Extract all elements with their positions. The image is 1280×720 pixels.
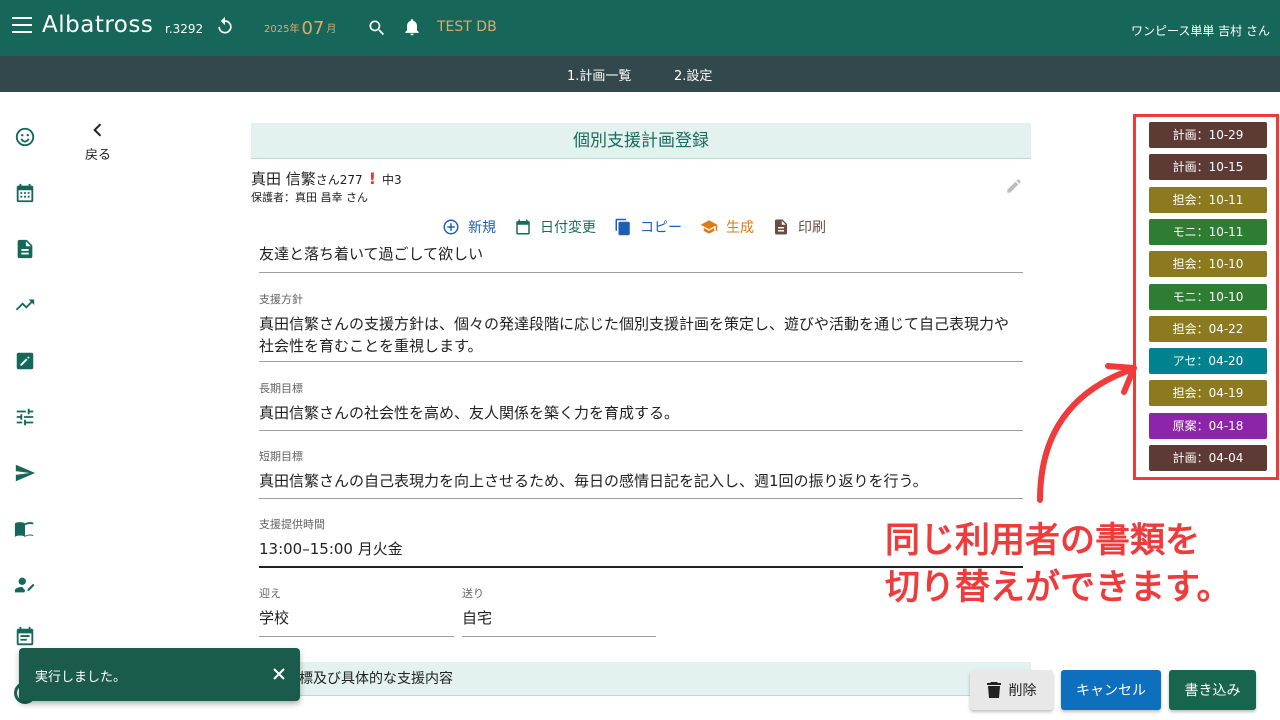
date-change-button[interactable]: 日付変更 <box>514 217 596 237</box>
wish-field[interactable]: 友達と落ち着いて過ごして欲しい <box>259 243 1023 273</box>
database-label: TEST DB <box>437 19 497 35</box>
policy-label: 支援方針 <box>259 293 303 306</box>
pickup-value: 学校 <box>259 609 290 627</box>
short-goal-label: 短期目標 <box>259 450 303 463</box>
revision-label: r.3292 <box>165 22 204 36</box>
pickup-label: 迎え <box>259 587 281 600</box>
back-label: 戻る <box>84 148 111 163</box>
new-button[interactable]: 新規 <box>442 217 496 237</box>
dropoff-label: 送り <box>462 587 484 600</box>
annotation-arrow <box>1037 363 1137 503</box>
edit-square-icon[interactable] <box>14 350 36 372</box>
app-name: Albatross <box>42 12 154 38</box>
client-info: 真田 信繁さん277! 中3 <box>251 168 402 189</box>
history-chip[interactable]: アセ：04-20 <box>1149 348 1267 375</box>
bell-icon[interactable] <box>402 17 422 37</box>
dropoff-value: 自宅 <box>462 609 493 627</box>
close-icon[interactable] <box>272 667 286 681</box>
copy-icon <box>615 218 630 236</box>
cancel-label: キャンセル <box>1076 683 1146 699</box>
history-chip[interactable]: 担会：04-19 <box>1149 380 1267 407</box>
history-chip[interactable]: 計画：10-29 <box>1149 122 1267 148</box>
tab-plan-list[interactable]: 1.計画一覧 <box>567 65 631 84</box>
generate-button[interactable]: 生成 <box>700 217 754 237</box>
send-icon[interactable] <box>14 462 36 484</box>
annotation-line-2: 切り替えができます。 <box>885 568 1232 608</box>
history-chip[interactable]: 担会：04-22 <box>1149 315 1267 342</box>
smiley-icon[interactable] <box>14 126 36 148</box>
add-circle-icon <box>443 219 459 235</box>
top-app-bar: Albatross r.3292 2025年 07 月 TEST DB ワンピース単… <box>0 0 1280 56</box>
short-goal-field[interactable]: 短期目標 真田信繁さんの自己表現力を向上させるため、毎日の感情日記を記入し、週1… <box>259 448 1023 499</box>
delete-label: 削除 <box>1008 683 1037 699</box>
history-chip[interactable]: 担会：10-11 <box>1149 186 1267 213</box>
annotation-text: 同じ利用者の書類を 切り替えができます。 <box>885 518 1232 612</box>
file-icon <box>775 219 787 235</box>
new-label: 新規 <box>468 220 496 236</box>
year-label: 2025年 <box>264 24 300 35</box>
back-button[interactable]: 戻る <box>78 120 118 163</box>
wish-value: 友達と落ち着いて過ごして欲しい <box>259 245 484 263</box>
client-suffix: さん277 <box>315 173 363 187</box>
month-suffix: 月 <box>326 24 337 35</box>
event-note-icon[interactable] <box>14 626 36 648</box>
guardian-name: 保護者：真田 昌幸 さん <box>251 191 368 204</box>
dropoff-field[interactable]: 送り 自宅 <box>462 585 656 637</box>
sidebar <box>0 92 50 720</box>
client-name: 真田 信繁 <box>251 170 316 188</box>
calendar-icon <box>516 219 530 235</box>
document-history-panel: 計画：10-29 計画：10-15 担会：10-11 モニ：10-11 担会：10-10… <box>1133 114 1279 480</box>
tune-icon[interactable] <box>14 406 36 428</box>
print-label: 印刷 <box>798 220 826 236</box>
generate-label: 生成 <box>726 220 754 236</box>
tab-settings[interactable]: 2.設定 <box>674 65 712 84</box>
date-change-label: 日付変更 <box>540 220 596 236</box>
refresh-icon[interactable] <box>215 16 235 36</box>
client-grade: 中3 <box>381 173 402 187</box>
person-edit-icon[interactable] <box>14 574 36 596</box>
policy-value: 真田信繁さんの支援方針は、個々の発達段階に応じた個別支援計画を策定し、遊びや活動… <box>259 315 1010 355</box>
copy-label: コピー <box>640 220 682 236</box>
sub-navigation: 1.計画一覧 2.設定 <box>0 56 1280 92</box>
history-chip[interactable]: 計画：04-04 <box>1149 445 1267 471</box>
long-goal-value: 真田信繁さんの社会性を高め、友人関係を築く力を育成する。 <box>259 404 680 422</box>
long-goal-field[interactable]: 長期目標 真田信繁さんの社会性を高め、友人関係を築く力を育成する。 <box>259 380 1023 431</box>
cancel-button[interactable]: キャンセル <box>1061 670 1161 710</box>
save-button[interactable]: 書き込み <box>1169 670 1256 710</box>
history-chip[interactable]: 担会：10-10 <box>1149 251 1267 278</box>
calendar-icon[interactable] <box>14 182 36 204</box>
save-label: 書き込み <box>1184 683 1241 699</box>
trending-icon[interactable] <box>14 294 36 316</box>
short-goal-value: 真田信繁さんの自己表現力を向上させるため、毎日の感情日記を記入し、週1回の振り返… <box>259 472 928 490</box>
print-button[interactable]: 印刷 <box>772 217 826 237</box>
annotation-line-1: 同じ利用者の書類を <box>885 521 1201 561</box>
copy-button[interactable]: コピー <box>614 217 682 237</box>
plan-form: 個別支援計画登録 真田 信繁さん277! 中3 保護者：真田 昌幸 さん 新規 日… <box>251 123 1031 637</box>
long-goal-label: 長期目標 <box>259 382 303 395</box>
month-value: 07 <box>301 18 325 39</box>
history-chip[interactable]: モニ：10-11 <box>1149 218 1267 245</box>
page-title: 個別支援計画登録 <box>251 123 1031 159</box>
action-toolbar: 新規 日付変更 コピー 生成 印刷 <box>442 217 826 237</box>
history-chip[interactable]: 計画：10-15 <box>1149 154 1267 181</box>
trash-icon <box>986 682 1001 698</box>
snackbar-message: 実行しました。 <box>35 670 127 685</box>
history-chip[interactable]: モニ：10-10 <box>1149 283 1267 310</box>
month-selector[interactable]: 2025年 07 月 <box>264 18 336 39</box>
document-icon[interactable] <box>14 238 36 260</box>
snackbar: 実行しました。 <box>19 648 300 701</box>
graduation-cap-icon <box>700 220 718 234</box>
search-icon[interactable] <box>367 18 387 38</box>
history-chip[interactable]: 原案：04-18 <box>1149 412 1267 439</box>
hamburger-menu-icon[interactable] <box>12 17 32 33</box>
user-name[interactable]: ワンピース単単 吉村 さん <box>1131 22 1270 39</box>
pencil-icon[interactable] <box>1005 177 1023 195</box>
policy-field[interactable]: 支援方針 真田信繁さんの支援方針は、個々の発達段階に応じた個別支援計画を策定し、… <box>259 291 1023 362</box>
chevron-left-icon <box>93 123 102 137</box>
alert-icon: ! <box>368 169 376 188</box>
book-icon[interactable] <box>14 518 36 540</box>
section-header-support-content: 標及び具体的な支援内容 <box>251 662 1031 696</box>
pickup-field[interactable]: 迎え 学校 <box>259 585 454 637</box>
delete-button[interactable]: 削除 <box>970 670 1053 710</box>
